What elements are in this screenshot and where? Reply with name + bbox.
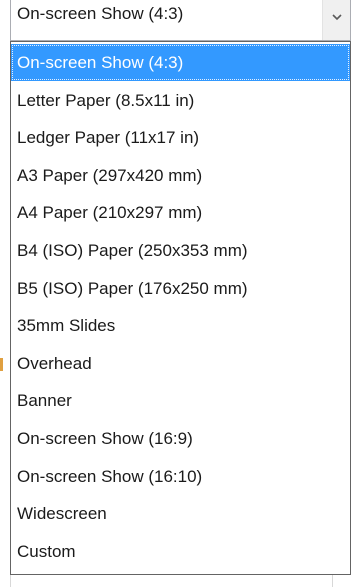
option-35mm-slides[interactable]: 35mm Slides [11, 307, 350, 344]
option-on-screen-show-16-9[interactable]: On-screen Show (16:9) [11, 420, 350, 457]
option-letter-paper[interactable]: Letter Paper (8.5x11 in) [11, 82, 350, 119]
option-custom[interactable]: Custom [11, 533, 350, 570]
background-border-right [332, 575, 333, 587]
background-marker [0, 358, 3, 371]
option-ledger-paper[interactable]: Ledger Paper (11x17 in) [11, 119, 350, 156]
slide-size-dropdown-list: On-screen Show (4:3) Letter Paper (8.5x1… [10, 41, 351, 575]
option-a3-paper[interactable]: A3 Paper (297x420 mm) [11, 157, 350, 194]
chevron-down-icon [332, 14, 342, 21]
combobox-selected-value: On-screen Show (4:3) [17, 4, 184, 23]
background-border-left [10, 575, 11, 587]
option-banner[interactable]: Banner [11, 382, 350, 419]
option-on-screen-show-4-3[interactable]: On-screen Show (4:3) [11, 44, 350, 81]
option-b5-iso-paper[interactable]: B5 (ISO) Paper (176x250 mm) [11, 270, 350, 307]
dropdown-toggle-button[interactable] [322, 0, 350, 40]
option-a4-paper[interactable]: A4 Paper (210x297 mm) [11, 194, 350, 231]
option-on-screen-show-16-10[interactable]: On-screen Show (16:10) [11, 458, 350, 495]
option-b4-iso-paper[interactable]: B4 (ISO) Paper (250x353 mm) [11, 232, 350, 269]
option-overhead[interactable]: Overhead [11, 345, 350, 382]
slide-size-combobox[interactable]: On-screen Show (4:3) [10, 0, 351, 41]
option-widescreen[interactable]: Widescreen [11, 495, 350, 532]
page: On-screen Show (4:3) On-screen Show (4:3… [0, 0, 351, 587]
